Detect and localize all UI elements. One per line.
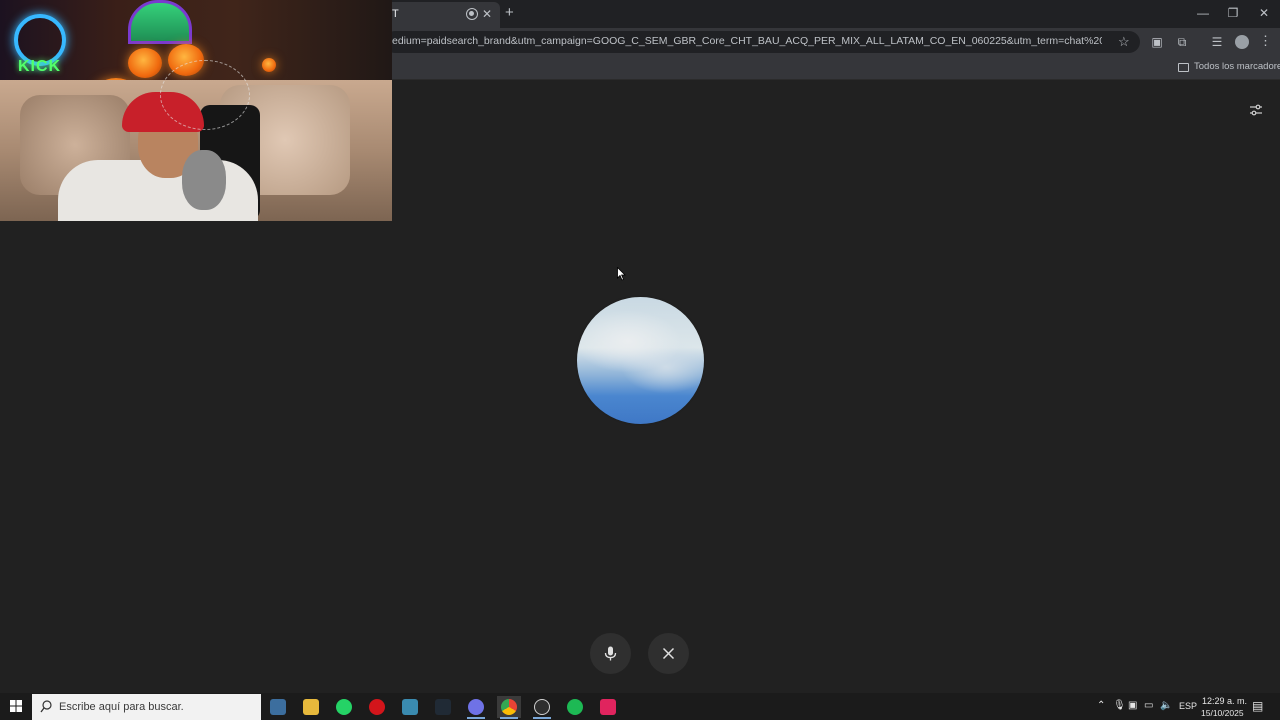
window-close-icon[interactable]: ✕ <box>1249 5 1279 21</box>
tab-close-icon[interactable]: ✕ <box>482 7 492 21</box>
taskbar-app-explorer-alt[interactable] <box>266 696 290 718</box>
minimize-icon[interactable]: — <box>1188 5 1218 21</box>
opera-icon <box>369 699 385 715</box>
tray-network-icon[interactable]: ▭ <box>1144 699 1153 713</box>
obs-icon <box>534 699 550 715</box>
tray-volume-icon[interactable]: 🔈 <box>1160 699 1172 713</box>
spotify-icon <box>567 699 583 715</box>
notifications-icon[interactable]: ▤ <box>1252 699 1263 713</box>
mouse-cursor-icon <box>617 267 626 281</box>
anchor-app-icon <box>435 699 451 715</box>
microphone-icon <box>604 646 617 661</box>
search-placeholder: Escribe aquí para buscar. <box>59 701 184 713</box>
taskbar-search[interactable]: Escribe aquí para buscar. <box>32 694 261 720</box>
url-text[interactable]: edium=paidsearch_brand&utm_campaign=GOOG… <box>392 35 1102 47</box>
taskbar-app-opera[interactable] <box>365 696 389 718</box>
webcam-cat <box>182 150 226 210</box>
tray-mic-icon[interactable]: 🎙 <box>1113 699 1126 713</box>
spiderweb-decoration <box>160 60 250 130</box>
tiktok-icon <box>600 699 616 715</box>
tray-language[interactable]: ESP <box>1179 699 1197 713</box>
profile-avatar[interactable] <box>1235 35 1249 49</box>
taskbar: Escribe aquí para buscar. ⌃ 🎙 ▣ ▭ 🔈 ESP … <box>0 693 1280 720</box>
new-tab-icon[interactable]: + <box>505 5 514 21</box>
whatsapp-icon <box>336 699 352 715</box>
webcam-overlay: KICK <box>0 0 392 221</box>
search-icon <box>40 700 52 713</box>
discord-icon <box>468 699 484 715</box>
voice-settings-icon[interactable] <box>1249 103 1263 117</box>
windows-start-icon[interactable] <box>10 700 22 712</box>
taskbar-app-anchor[interactable] <box>431 696 455 718</box>
file-explorer-alt-icon <box>270 699 286 715</box>
taskbar-app-whatsapp[interactable] <box>332 696 356 718</box>
taskbar-app-spotify[interactable] <box>563 696 587 718</box>
neon-sign-text: KICK <box>18 58 62 75</box>
light-decoration <box>262 58 276 72</box>
tray-overflow-icon[interactable]: ⌃ <box>1097 699 1105 713</box>
end-voice-button[interactable] <box>648 633 689 674</box>
taskbar-app-obs[interactable] <box>530 696 554 719</box>
clock-date[interactable]: 15/10/2025 <box>1201 708 1244 718</box>
all-bookmarks-link[interactable]: Todos los marcadores <box>1194 61 1280 72</box>
taskbar-app-discord[interactable] <box>464 696 488 719</box>
extensions-icon[interactable]: ⧉ <box>1174 34 1190 50</box>
taskbar-app-explorer[interactable] <box>299 696 323 718</box>
taskbar-app-chrome[interactable] <box>497 696 521 719</box>
bookmark-star-icon[interactable]: ☆ <box>1118 34 1130 49</box>
close-icon <box>662 647 675 660</box>
folder-icon[interactable] <box>1178 63 1189 72</box>
tray-security-icon[interactable]: ▣ <box>1128 699 1137 713</box>
taskbar-app-f[interactable] <box>398 696 422 718</box>
voice-mode-orb <box>577 297 704 424</box>
file-explorer-icon <box>303 699 319 715</box>
media-control-icon[interactable]: ☰ <box>1209 34 1225 50</box>
clock-time[interactable]: 12:29 a. m. <box>1202 696 1247 706</box>
app-f-icon <box>402 699 418 715</box>
tab-recording-icon[interactable] <box>466 8 478 20</box>
taskbar-app-tiktok[interactable] <box>596 696 620 718</box>
screen: T ✕ + — ❐ ✕ edium=paidsearch_brand&utm_c… <box>0 0 1280 720</box>
restore-icon[interactable]: ❐ <box>1218 5 1248 21</box>
address-bar[interactable]: edium=paidsearch_brand&utm_campaign=GOOG… <box>384 31 1140 53</box>
pumpkin-decoration <box>128 48 162 78</box>
microphone-button[interactable] <box>590 633 631 674</box>
incognito-ext-icon[interactable]: ▣ <box>1149 34 1165 50</box>
chrome-icon <box>501 699 517 715</box>
tab-title: T <box>392 8 399 20</box>
browser-menu-icon[interactable]: ⋮ <box>1259 33 1272 49</box>
browser-tab[interactable]: T ✕ <box>384 2 500 28</box>
